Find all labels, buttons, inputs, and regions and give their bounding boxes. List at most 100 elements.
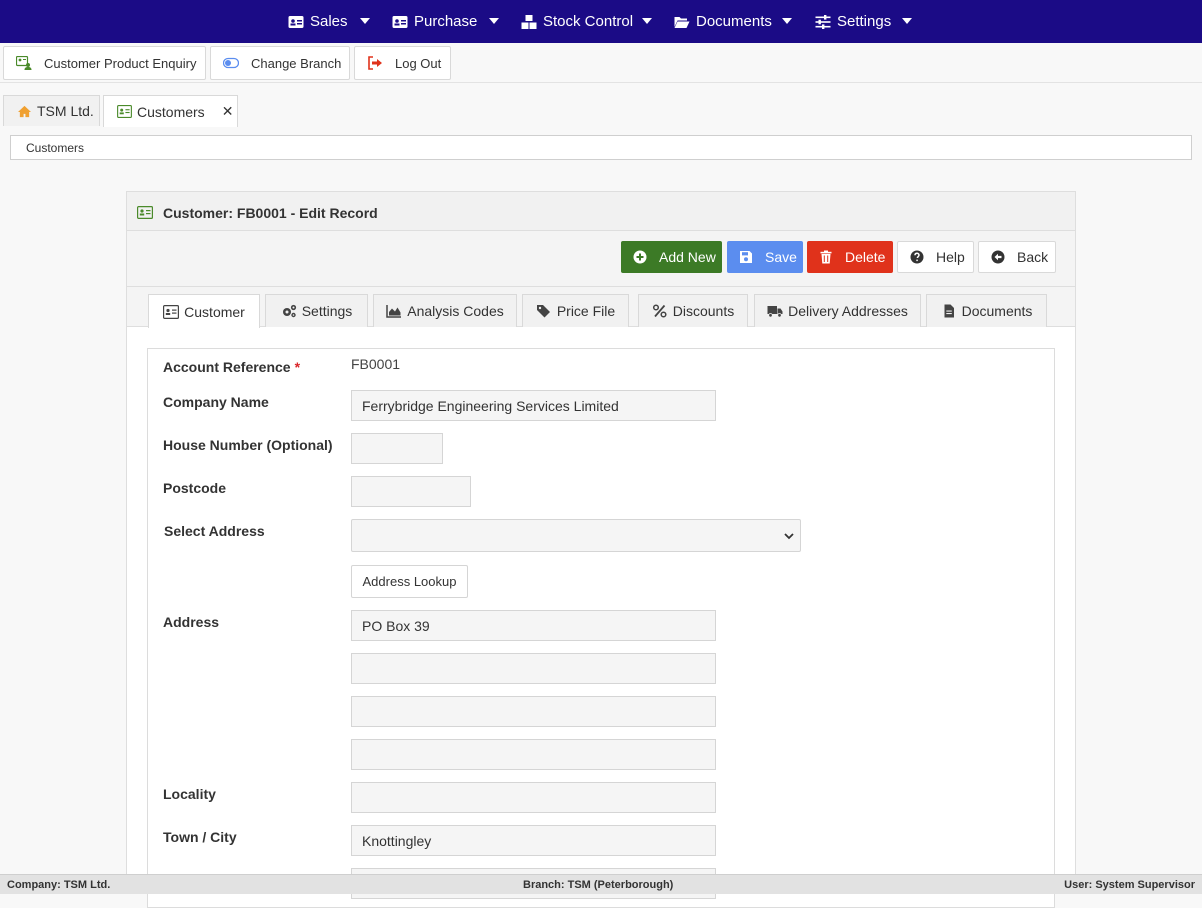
log-out-label: Log Out [395, 55, 442, 71]
panel-header: Customer: FB0001 - Edit Record [127, 192, 1075, 231]
tab-price-file-label: Price File [556, 303, 616, 319]
tab-analysis-codes-label: Analysis Codes [407, 303, 504, 319]
add-new-label: Add New [659, 249, 716, 265]
tab-price-file[interactable]: Price File [522, 294, 629, 327]
nav-documents-dropdown-icon[interactable] [782, 18, 792, 24]
company-name-input[interactable] [351, 390, 716, 421]
nav-stock-control-dropdown-icon[interactable] [642, 18, 652, 24]
customer-product-enquiry-label: Customer Product Enquiry [44, 55, 197, 71]
save-label: Save [765, 249, 797, 265]
panel-title: Customer: FB0001 - Edit Record [163, 205, 378, 221]
help-label: Help [936, 249, 965, 265]
tab-settings[interactable]: Settings [265, 294, 368, 327]
id-card-icon [392, 15, 408, 28]
locality-input[interactable] [351, 782, 716, 813]
chart-area-icon [386, 305, 402, 318]
plus-circle-icon [633, 250, 647, 264]
postcode-input[interactable] [351, 476, 471, 507]
id-card-icon [288, 15, 304, 28]
nav-sales-label: Sales [310, 13, 348, 30]
address-line-3-input[interactable] [351, 696, 716, 727]
id-card-icon [117, 105, 132, 118]
doc-tab-customers[interactable]: Customers ✕ [103, 95, 238, 127]
truck-icon [767, 306, 783, 318]
delete-label: Delete [845, 249, 886, 265]
company-name-label: Company Name [163, 394, 269, 410]
locality-label: Locality [163, 786, 216, 802]
add-new-button[interactable]: Add New [621, 241, 722, 273]
address-line-4-input[interactable] [351, 739, 716, 770]
postcode-label: Postcode [163, 480, 227, 496]
account-reference-value: FB0001 [351, 356, 401, 372]
delete-button[interactable]: Delete [807, 241, 893, 273]
file-icon [944, 304, 954, 318]
nav-settings-label: Settings [837, 13, 892, 30]
select-address-label: Select Address [164, 523, 265, 539]
top-navigation: Sales Purchase Stock Control Documents S… [0, 0, 1202, 43]
tags-icon [536, 305, 550, 318]
nav-stock-control-label: Stock Control [543, 13, 634, 30]
action-bar: Add New Save Delete Help Back [127, 231, 1075, 287]
cogs-icon [282, 304, 296, 318]
address-line-1-input[interactable] [351, 610, 716, 641]
tab-documents-label: Documents [961, 303, 1033, 319]
boxes-icon [521, 14, 537, 29]
account-reference-label: Account Reference * [163, 359, 300, 375]
sign-out-icon [368, 56, 382, 70]
tab-customer[interactable]: Customer [148, 294, 260, 328]
tab-discounts-label: Discounts [672, 303, 735, 319]
tab-discounts[interactable]: Discounts [638, 294, 748, 327]
nav-settings-dropdown-icon[interactable] [902, 18, 912, 24]
nav-documents-label: Documents [696, 13, 772, 30]
customer-form: Account Reference* FB0001 Company Name H… [147, 348, 1055, 908]
home-icon [18, 105, 31, 117]
change-branch-button[interactable]: Change Branch [210, 46, 350, 80]
doc-tab-customers-label: Customers [137, 103, 205, 120]
percent-icon [652, 304, 667, 318]
change-branch-label: Change Branch [251, 55, 342, 71]
close-tab-icon[interactable]: ✕ [222, 103, 234, 120]
town-city-label: Town / City [163, 829, 237, 845]
back-label: Back [1017, 249, 1049, 265]
status-user: User: System Supervisor [1064, 879, 1195, 891]
customer-product-enquiry-button[interactable]: Customer Product Enquiry [3, 46, 206, 80]
address-label: Address [163, 614, 220, 630]
address-lookup-button[interactable]: Address Lookup [351, 565, 468, 598]
toggle-icon [223, 57, 239, 69]
nav-purchase[interactable]: Purchase [392, 0, 477, 43]
tab-delivery-addresses-label: Delivery Addresses [788, 303, 908, 319]
tab-documents[interactable]: Documents [926, 294, 1047, 327]
save-button[interactable]: Save [727, 241, 803, 273]
tab-settings-label: Settings [301, 303, 353, 319]
nav-sales-dropdown-icon[interactable] [360, 18, 370, 24]
toolbar: Customer Product Enquiry Change Branch L… [0, 43, 1202, 83]
house-number-input[interactable] [351, 433, 443, 464]
status-branch: Branch: TSM (Peterborough) [523, 879, 674, 891]
tab-delivery-addresses[interactable]: Delivery Addresses [754, 294, 921, 327]
floppy-disk-icon [740, 251, 752, 263]
tab-analysis-codes[interactable]: Analysis Codes [373, 294, 517, 327]
customer-edit-panel: Customer: FB0001 - Edit Record Add New S… [126, 191, 1076, 908]
chevron-down-icon [784, 533, 794, 540]
log-out-button[interactable]: Log Out [354, 46, 451, 80]
status-company: Company: TSM Ltd. [7, 879, 111, 891]
house-number-label: House Number (Optional) [163, 437, 333, 453]
nav-settings[interactable]: Settings [815, 0, 891, 43]
id-card-icon [163, 304, 180, 319]
nav-stock-control[interactable]: Stock Control [521, 0, 633, 43]
address-line-2-input[interactable] [351, 653, 716, 684]
doc-tab-tsm-label: TSM Ltd. [37, 103, 94, 119]
nav-sales[interactable]: Sales [288, 0, 348, 43]
arrow-circle-left-icon [991, 250, 1005, 264]
select-address-dropdown[interactable] [351, 519, 801, 552]
nav-documents[interactable]: Documents [674, 0, 772, 43]
account-reference-label-text: Account Reference [163, 359, 291, 375]
question-circle-icon [910, 250, 924, 264]
town-city-input[interactable] [351, 825, 716, 856]
back-button[interactable]: Back [978, 241, 1056, 273]
help-button[interactable]: Help [897, 241, 974, 273]
nav-purchase-dropdown-icon[interactable] [489, 18, 499, 24]
doc-tab-tsm[interactable]: TSM Ltd. [3, 95, 100, 126]
sliders-icon [815, 14, 831, 29]
record-tabs: Customer Settings Analysis Codes Price F… [127, 287, 1075, 328]
